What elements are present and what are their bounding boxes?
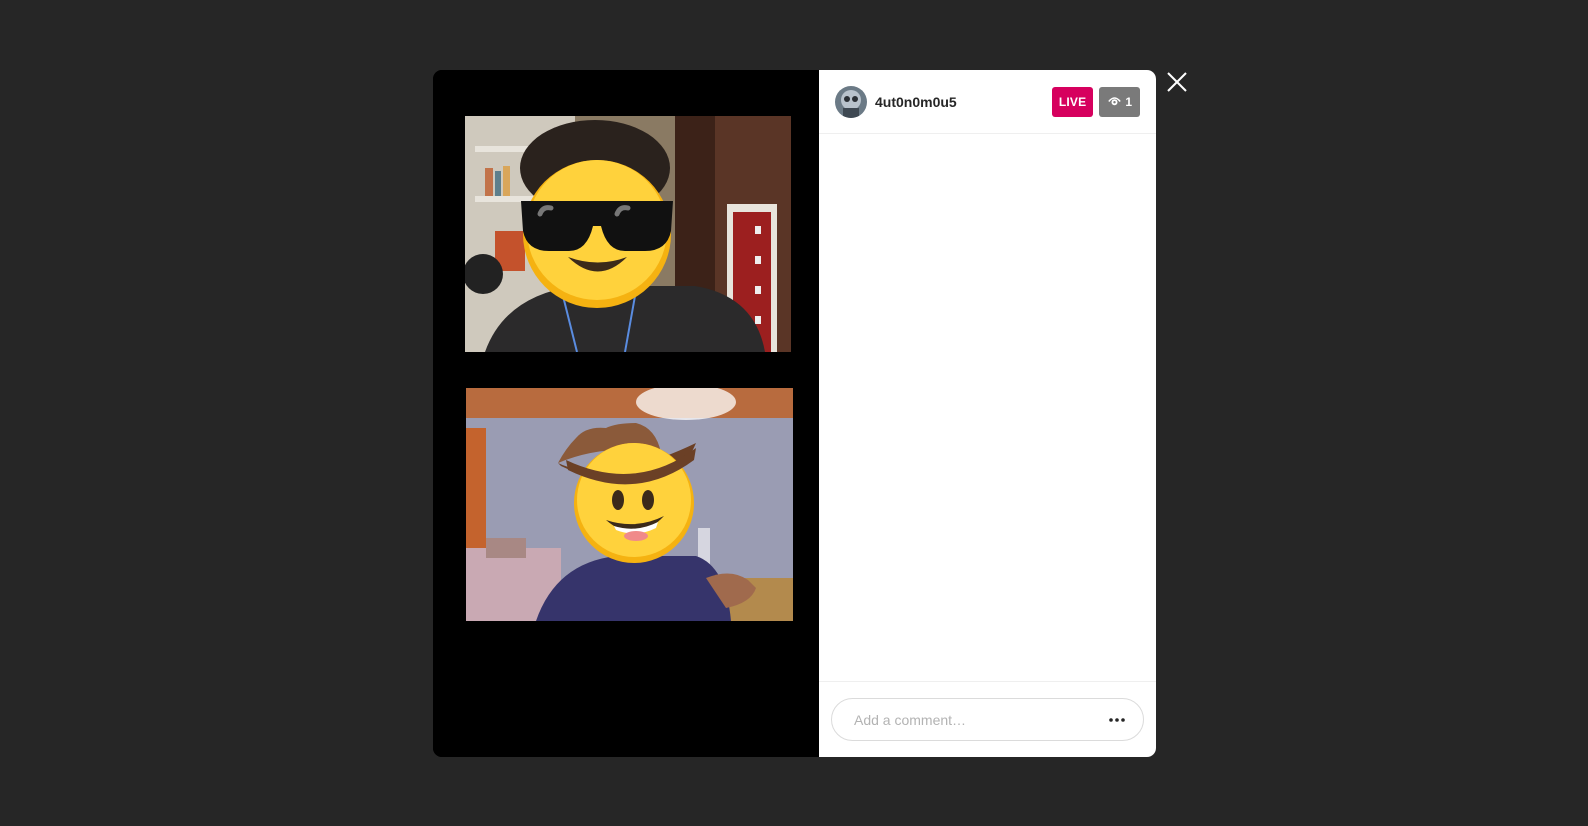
comment-bar: [819, 681, 1156, 757]
viewer-count-badge[interactable]: 1: [1099, 86, 1140, 117]
video-pane: [433, 70, 819, 757]
side-panel: 4ut0n0m0u5 LIVE 1: [819, 70, 1156, 757]
host-video-feed: [465, 116, 791, 352]
stream-header: 4ut0n0m0u5 LIVE 1: [819, 70, 1156, 134]
live-badge: LIVE: [1051, 86, 1094, 117]
username[interactable]: 4ut0n0m0u5: [875, 94, 1052, 110]
close-icon: [1167, 72, 1187, 92]
viewer-count: 1: [1125, 94, 1132, 109]
more-options-button[interactable]: [1105, 708, 1129, 732]
eye-icon: [1108, 97, 1122, 106]
comment-input[interactable]: [852, 710, 1105, 729]
live-modal: 4ut0n0m0u5 LIVE 1: [433, 70, 1156, 757]
more-options-icon: [1109, 717, 1125, 722]
comments-list: [819, 134, 1156, 681]
close-button[interactable]: [1165, 70, 1189, 94]
avatar[interactable]: [835, 85, 867, 118]
comment-box: [831, 698, 1144, 741]
guest-video-feed: [466, 388, 793, 621]
